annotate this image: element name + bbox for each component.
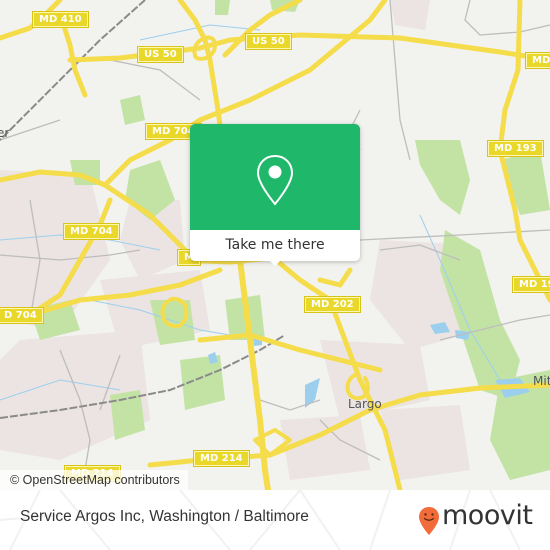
- road-shield-us50: US 50: [137, 46, 184, 63]
- popup-header: [190, 124, 360, 230]
- road-shield-md193: MD 19: [512, 276, 550, 293]
- location-popup: Take me there: [190, 124, 360, 266]
- road-shield-md193: MD 193: [487, 140, 544, 157]
- road-shield-md704: MD 704: [63, 223, 120, 240]
- place-label-er: er: [0, 126, 10, 140]
- road-shield-md: MD: [524, 52, 550, 69]
- road-shield-us50: US 50: [245, 33, 292, 50]
- road-shield-md704: D 704: [0, 307, 44, 324]
- moovit-pin-icon: [419, 507, 439, 535]
- map-view[interactable]: MD 410 US 50 US 50 MD MD 704 MD 704 D 70…: [0, 0, 550, 490]
- road-shield-md410: MD 410: [32, 11, 89, 28]
- map-pin-icon: [256, 154, 294, 206]
- take-me-there-button[interactable]: Take me there: [190, 230, 360, 261]
- road-shield-md214: MD 214: [193, 450, 250, 467]
- moovit-wordmark: moovit: [442, 500, 533, 531]
- map-attribution[interactable]: © OpenStreetMap contributors: [0, 470, 188, 490]
- location-title: Service Argos Inc, Washington / Baltimor…: [20, 508, 309, 525]
- popup-pointer: [267, 258, 283, 266]
- map-card: MD 410 US 50 US 50 MD MD 704 MD 704 D 70…: [0, 0, 550, 550]
- footer-bar: Service Argos Inc, Washington / Baltimor…: [0, 490, 550, 550]
- place-label-mit: Mit: [533, 374, 550, 388]
- place-label-largo: Largo: [348, 397, 382, 411]
- road-shield-md202: MD 202: [304, 296, 361, 313]
